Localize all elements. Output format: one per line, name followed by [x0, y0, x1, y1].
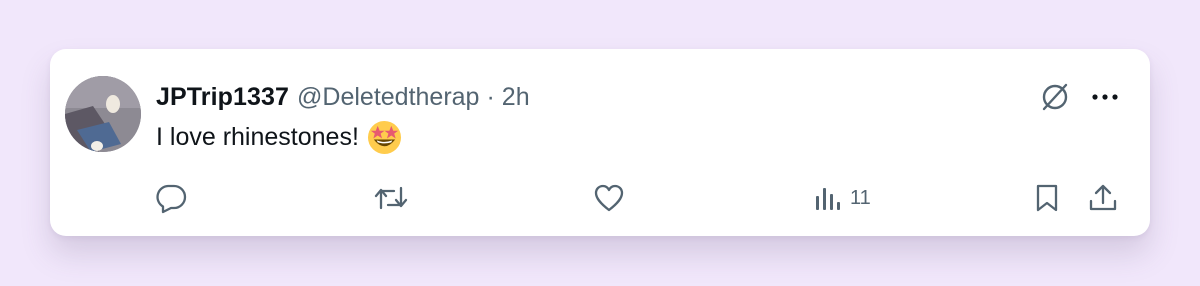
views-count: 11	[850, 186, 871, 209]
star-struck-emoji-icon	[367, 120, 402, 155]
grok-icon[interactable]	[1037, 79, 1073, 115]
bar-chart-icon	[816, 188, 840, 210]
post-text: I love rhinestones!	[156, 119, 402, 155]
display-name[interactable]: JPTrip1337	[156, 83, 289, 112]
repost-arrows-icon	[374, 186, 408, 210]
speech-bubble-icon	[156, 184, 187, 214]
views-button[interactable]: 11	[814, 179, 871, 217]
bookmark-icon	[1036, 184, 1058, 212]
post-text-content: I love rhinestones!	[156, 122, 359, 151]
share-upload-icon	[1089, 184, 1117, 211]
bookmark-button[interactable]	[1031, 179, 1063, 217]
user-handle[interactable]: @Deletedtherap	[297, 83, 479, 112]
post-timestamp[interactable]: 2h	[502, 83, 530, 112]
post-header: JPTrip1337 @Deletedtherap · 2h	[156, 79, 530, 115]
more-dots-icon[interactable]	[1087, 79, 1123, 115]
share-button[interactable]	[1086, 179, 1120, 217]
heart-icon	[594, 184, 624, 212]
reply-button[interactable]	[154, 179, 188, 217]
separator-dot: ·	[486, 82, 495, 111]
post-card[interactable]: JPTrip1337 @Deletedtherap · 2h I love rh…	[50, 49, 1150, 236]
like-button[interactable]	[592, 179, 626, 217]
user-avatar[interactable]	[65, 76, 141, 152]
repost-button[interactable]	[372, 179, 410, 217]
